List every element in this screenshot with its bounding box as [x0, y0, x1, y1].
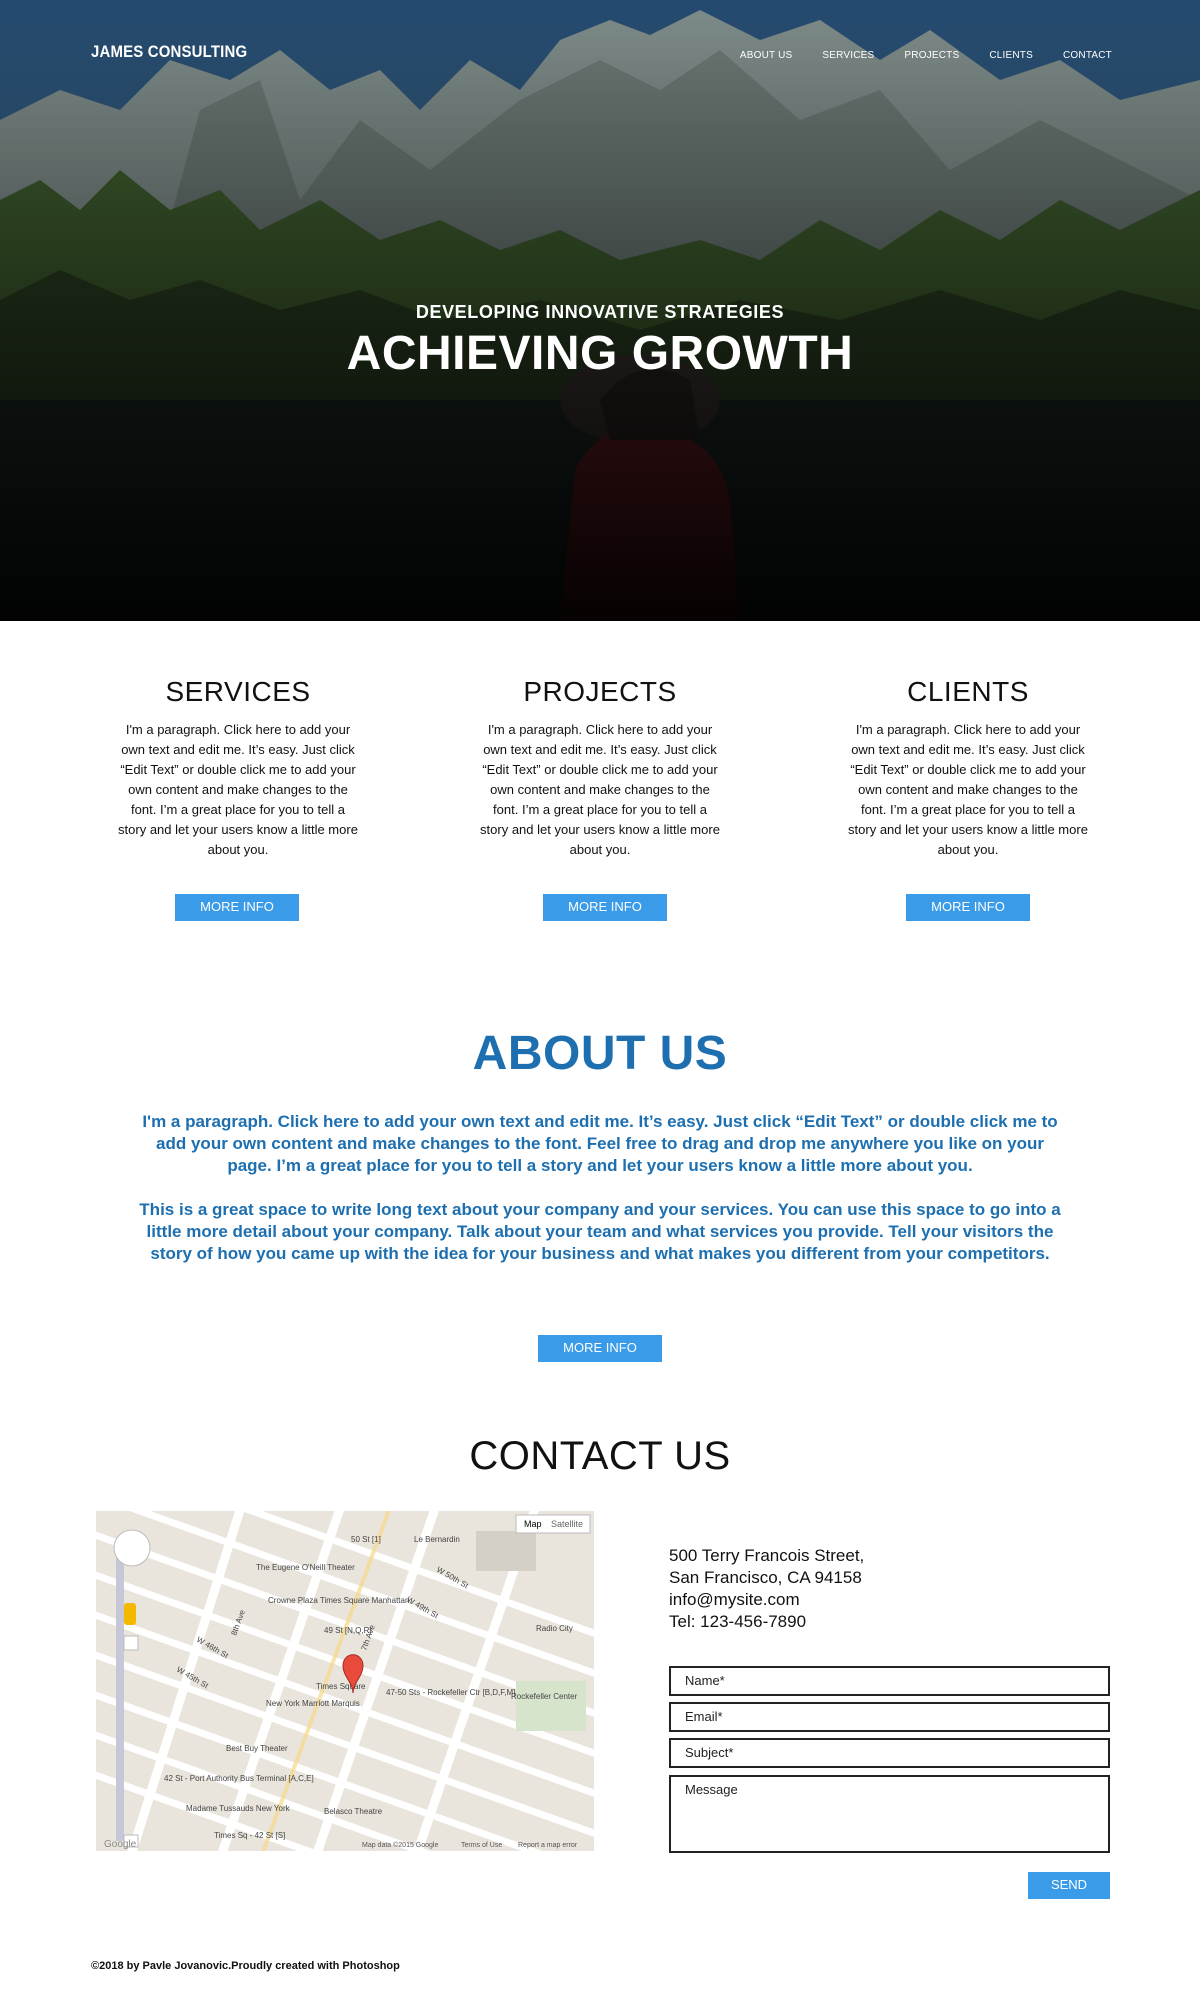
nav-contact[interactable]: CONTACT — [1063, 50, 1112, 61]
map-label-radio-city: Radio City — [536, 1624, 573, 1633]
map-type-satellite[interactable]: Satellite — [551, 1519, 583, 1529]
clients-more-info-button[interactable]: MORE INFO — [906, 894, 1030, 921]
projects-more-info-button[interactable]: MORE INFO — [543, 894, 667, 921]
about-paragraph-1: I'm a paragraph. Click here to add your … — [142, 1112, 1058, 1175]
footer-copyright: ©2018 by Pavle Jovanovic.Proudly created… — [91, 1960, 400, 1972]
clients-text: I'm a paragraph. Click here to add your … — [848, 722, 1088, 857]
projects-heading: PROJECTS — [523, 676, 677, 707]
map-pan-control-icon[interactable] — [113, 1529, 151, 1567]
services-column: SERVICES I'm a paragraph. Click here to … — [88, 676, 388, 921]
address-line-1: 500 Terry Francois Street, — [669, 1546, 865, 1565]
map-label-best-buy: Best Buy Theater — [226, 1744, 288, 1753]
site-logo[interactable]: JAMES CONSULTING — [91, 42, 247, 62]
name-field[interactable]: Name* — [669, 1666, 1110, 1696]
map-label-rockefeller-ctr-station: 47-50 Sts - Rockefeller Ctr [B,D,F,M] — [386, 1688, 515, 1697]
services-more-info-button[interactable]: MORE INFO — [175, 894, 299, 921]
map-label-port-authority: 42 St - Port Authority Bus Terminal [A,C… — [164, 1774, 314, 1783]
map-label-belasco: Belasco Theatre — [324, 1807, 383, 1816]
contact-title: CONTACT US — [469, 1434, 731, 1478]
hero-subtitle: DEVELOPING INNOVATIVE STRATEGIES — [415, 302, 785, 322]
map-label-eugene-oneill: The Eugene O'Neill Theater — [256, 1563, 355, 1572]
hero-banner: JAMES CONSULTING ABOUT US SERVICES PROJE… — [0, 0, 1200, 621]
map-canvas[interactable]: 50 St [1] Le Bernardin The Eugene O'Neil… — [96, 1511, 594, 1851]
google-logo: Google — [104, 1839, 137, 1850]
map-label-crowne-plaza: Crowne Plaza Times Square Manhattan — [268, 1596, 409, 1605]
map-label-times-square: Times Square — [316, 1682, 366, 1691]
message-field[interactable]: Message — [669, 1775, 1110, 1853]
clients-heading: CLIENTS — [907, 676, 1029, 707]
services-text: I'm a paragraph. Click here to add your … — [118, 722, 358, 857]
hero-title: ACHIEVING GROWTH — [346, 327, 854, 380]
map-type-map[interactable]: Map — [524, 1519, 542, 1529]
projects-column: PROJECTS I'm a paragraph. Click here to … — [450, 676, 750, 921]
clients-column: CLIENTS I'm a paragraph. Click here to a… — [818, 676, 1118, 921]
about-title: ABOUT US — [472, 1027, 728, 1080]
contact-phone: Tel: 123-456-7890 — [669, 1612, 807, 1631]
google-map[interactable]: 50 St [1] Le Bernardin The Eugene O'Neil… — [96, 1511, 594, 1851]
pegman-icon[interactable] — [124, 1603, 136, 1625]
map-attribution: Map data ©2015 Google — [362, 1841, 438, 1849]
subject-field[interactable]: Subject* — [669, 1738, 1110, 1768]
map-report-link[interactable]: Report a map error — [518, 1842, 578, 1849]
contact-address-block: 500 Terry Francois Street, San Francisco… — [669, 1545, 864, 1633]
main-nav: ABOUT US SERVICES PROJECTS CLIENTS CONTA… — [710, 50, 1112, 61]
projects-text: I'm a paragraph. Click here to add your … — [480, 722, 720, 857]
send-button[interactable]: SEND — [1028, 1872, 1110, 1899]
about-more-info-button[interactable]: MORE INFO — [538, 1335, 662, 1362]
map-label-50st: 50 St [1] — [351, 1535, 381, 1544]
zoom-in-icon[interactable] — [123, 1635, 139, 1651]
map-label-times-sq-42: Times Sq - 42 St [S] — [214, 1831, 285, 1840]
services-heading: SERVICES — [165, 676, 311, 707]
email-field[interactable]: Email* — [669, 1702, 1110, 1732]
nav-services[interactable]: SERVICES — [822, 50, 874, 61]
about-paragraph-2: This is a great space to write long text… — [139, 1200, 1061, 1263]
map-label-marriott-marquis: New York Marriott Marquis — [266, 1699, 360, 1708]
nav-projects[interactable]: PROJECTS — [904, 50, 959, 61]
map-label-le-bernardin: Le Bernardin — [414, 1535, 460, 1544]
contact-email[interactable]: info@mysite.com — [669, 1589, 864, 1611]
map-label-rockefeller-center: Rockefeller Center — [511, 1692, 578, 1701]
map-terms-link[interactable]: Terms of Use — [461, 1842, 502, 1849]
address-line-2: San Francisco, CA 94158 — [669, 1568, 862, 1587]
nav-about-us[interactable]: ABOUT US — [740, 50, 793, 61]
map-label-madame-tussauds: Madame Tussauds New York — [186, 1804, 291, 1813]
nav-clients[interactable]: CLIENTS — [989, 50, 1033, 61]
